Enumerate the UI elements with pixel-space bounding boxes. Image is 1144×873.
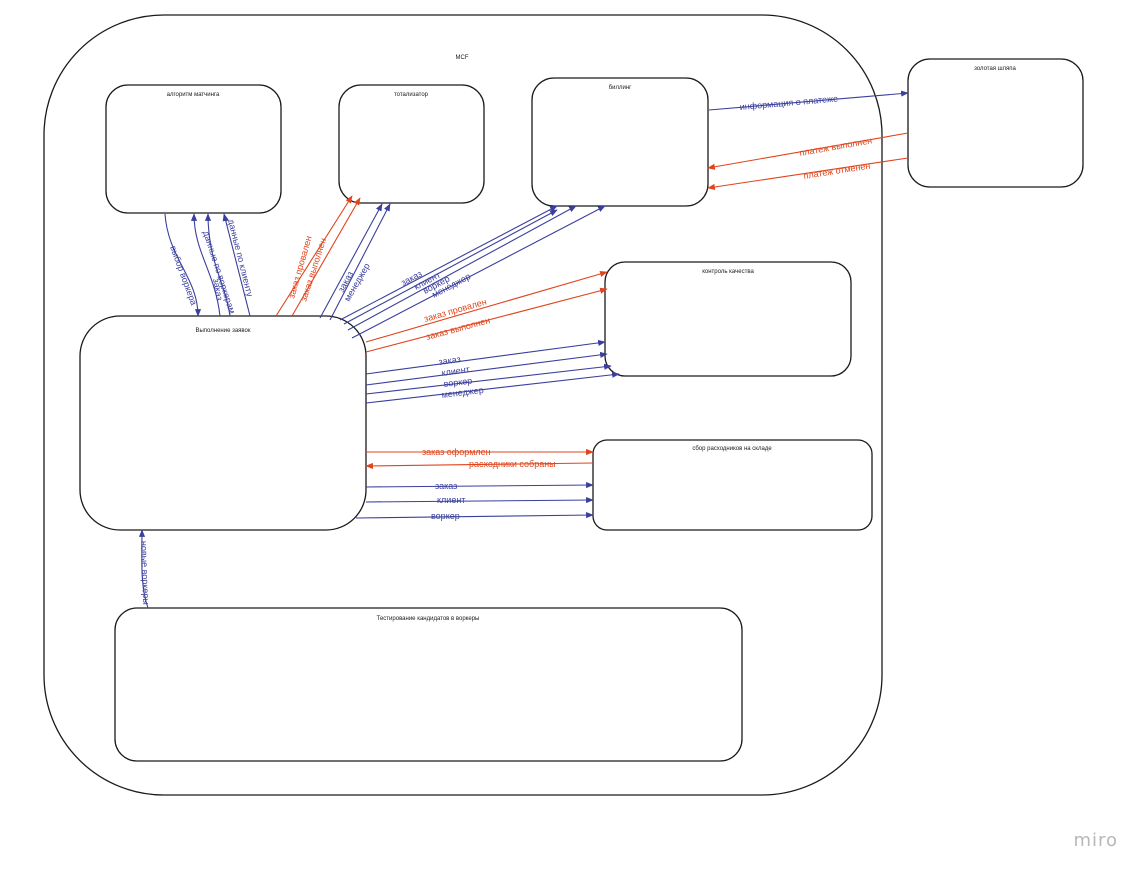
node-golden-hat[interactable]: золотая шляпа [907,58,1084,188]
node-billing[interactable]: биллинг [531,77,709,207]
edge-wh-worker-label: воркер [431,511,460,521]
edge-wh-order-placed-label: заказ оформлен [422,447,491,457]
node-orders[interactable]: Выполнение заявок [79,315,367,531]
node-matching[interactable]: алгоритм матчинга [105,84,282,214]
node-warehouse-title: сбор расходников на складе [692,446,772,452]
edge-wh-supplies-label: расходники собраны [469,459,556,469]
node-billing-title: биллинг [609,85,632,91]
node-quality[interactable]: контроль качества [604,261,852,377]
mcf-container-label: МСF [456,55,469,61]
node-matching-title: алгоритм матчинга [167,92,220,98]
edge-wh-client-label: клиент [437,495,465,505]
node-totalizator[interactable]: тотализатор [338,84,485,204]
node-orders-title: Выполнение заявок [195,328,250,334]
node-warehouse[interactable]: сбор расходников на складе [592,439,873,531]
node-totalizator-title: тотализатор [394,92,429,98]
edge-wh-order-label: заказ [435,481,457,491]
node-golden-hat-title: золотая шляпа [974,66,1016,72]
node-quality-title: контроль качества [702,269,754,275]
node-testing[interactable]: Тестирование кандидатов в воркеры [114,607,743,762]
miro-logo: miro [1073,830,1118,851]
node-testing-title: Тестирование кандидатов в воркеры [377,616,480,622]
diagram-canvas: МСF алгоритм матчинга тотализатор биллин… [43,14,1084,796]
